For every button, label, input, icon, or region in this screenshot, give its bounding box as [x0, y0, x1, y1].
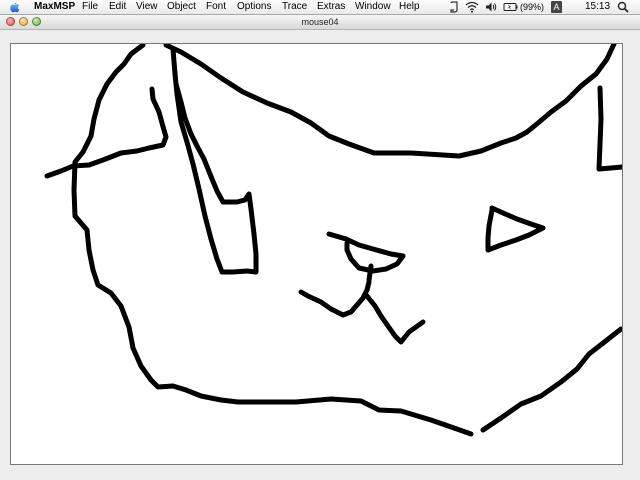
menu-window[interactable]: Window [355, 0, 391, 14]
menu-app-name[interactable]: MaxMSP [34, 0, 75, 14]
menu-edit[interactable]: Edit [109, 0, 126, 14]
left-eye-stroke [326, 231, 406, 274]
menu-clock[interactable]: 15:13 [585, 0, 610, 14]
menu-view[interactable]: View [136, 0, 158, 14]
menu-extras[interactable]: Extras [317, 0, 345, 14]
mouse04-window: mouse04 [0, 15, 640, 480]
menu-bar: MaxMSP File Edit View Object Font Option… [0, 0, 640, 15]
menu-font[interactable]: Font [206, 0, 226, 14]
input-menu-icon[interactable]: A [551, 1, 562, 13]
right-cheek-stroke [480, 326, 622, 433]
battery-icon[interactable] [503, 1, 518, 13]
menu-object[interactable]: Object [167, 0, 196, 14]
menu-file[interactable]: File [82, 0, 98, 14]
spotlight-search-icon[interactable] [617, 1, 629, 13]
wifi-icon[interactable] [465, 1, 479, 13]
apple-menu-icon[interactable] [8, 1, 21, 13]
left-ear-cross-stroke [44, 86, 169, 179]
mouth-stroke [364, 293, 426, 345]
volume-icon[interactable] [485, 1, 497, 13]
window-titlebar[interactable]: mouse04 [0, 15, 640, 30]
battery-percentage: (99%) [520, 2, 545, 12]
window-title: mouse04 [301, 17, 339, 27]
menu-options[interactable]: Options [237, 0, 271, 14]
script-menu-icon[interactable] [449, 1, 459, 13]
menu-trace[interactable]: Trace [282, 0, 307, 14]
forehead-stroke [163, 44, 617, 159]
menu-help[interactable]: Help [399, 0, 420, 14]
drawing-canvas[interactable] [10, 43, 623, 465]
left-eye-inner-stroke [366, 263, 374, 283]
cat-drawing [44, 44, 622, 437]
right-ear-stroke [596, 85, 622, 172]
nose-stroke [298, 279, 372, 318]
inner-ear-stroke [170, 46, 259, 275]
right-eye-stroke [485, 205, 546, 253]
